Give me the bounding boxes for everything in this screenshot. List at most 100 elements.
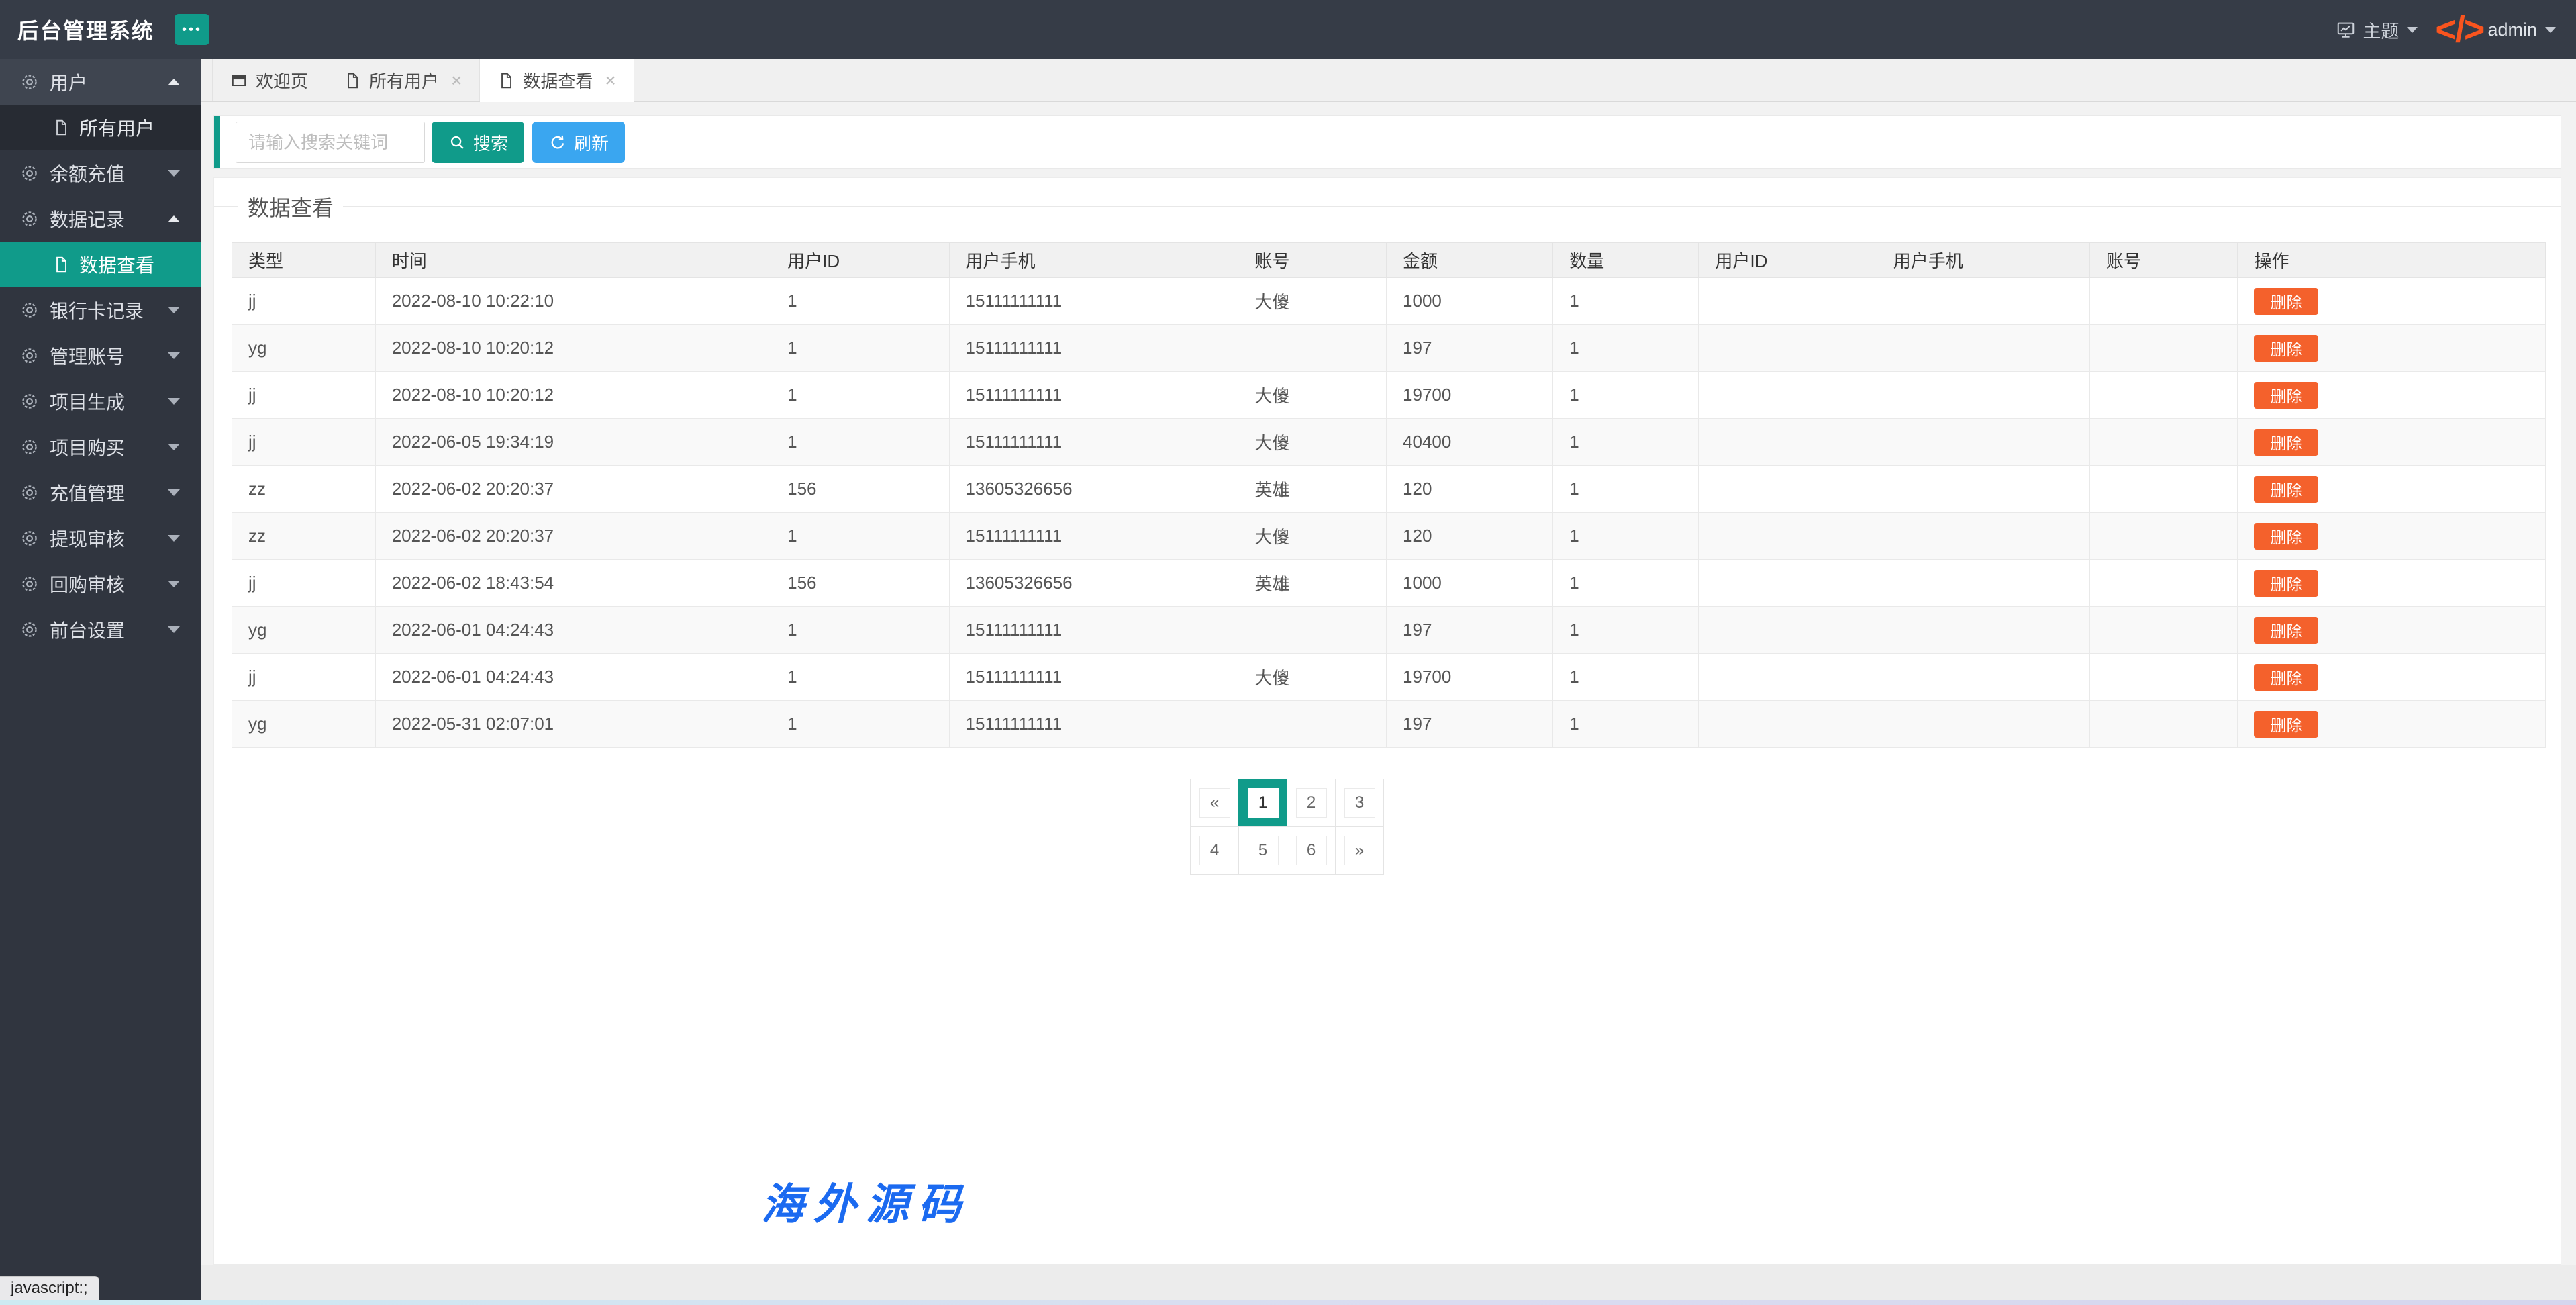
- footer-strip: [201, 1265, 2576, 1300]
- table-cell-actions: 删除: [2238, 560, 2546, 607]
- delete-button[interactable]: 删除: [2254, 476, 2318, 503]
- table-cell: yg: [232, 325, 376, 372]
- delete-button[interactable]: 删除: [2254, 335, 2318, 362]
- sidebar-subitem[interactable]: 数据查看: [0, 242, 201, 287]
- sidebar-item[interactable]: 余额充值: [0, 150, 201, 196]
- table-cell: [1699, 654, 1877, 701]
- table-cell: 2022-08-10 10:20:12: [375, 325, 771, 372]
- sidebar-subitem[interactable]: 所有用户: [0, 105, 201, 150]
- close-icon[interactable]: ×: [451, 71, 462, 90]
- admin-menu[interactable]: admin: [2487, 19, 2556, 40]
- theme-menu[interactable]: 主题: [2336, 17, 2418, 43]
- page-4[interactable]: 4: [1190, 826, 1239, 875]
- bottom-edge-bar: [0, 1300, 2576, 1305]
- page-1[interactable]: 1: [1238, 779, 1287, 827]
- sidebar-item[interactable]: 项目购买: [0, 424, 201, 470]
- delete-button[interactable]: 删除: [2254, 429, 2318, 456]
- sidebar-subitem-label: 所有用户: [79, 114, 154, 141]
- table-cell: [1877, 513, 2089, 560]
- page-label: 4: [1199, 836, 1230, 865]
- sidebar-toggle-button[interactable]: •••: [175, 14, 209, 45]
- page-prev[interactable]: «: [1190, 779, 1239, 827]
- table-cell: 1: [771, 513, 949, 560]
- table-cell: [1699, 466, 1877, 513]
- sidebar-item[interactable]: 充值管理: [0, 470, 201, 516]
- sidebar-item-label: 银行卡记录: [50, 297, 144, 324]
- page-next[interactable]: »: [1335, 826, 1384, 875]
- delete-button[interactable]: 删除: [2254, 711, 2318, 738]
- table-cell: 2022-06-02 20:20:37: [375, 466, 771, 513]
- delete-button[interactable]: 删除: [2254, 288, 2318, 315]
- table-cell: [2089, 701, 2238, 748]
- search-input[interactable]: [236, 122, 425, 163]
- tab-label: 所有用户: [369, 68, 439, 93]
- sidebar-item[interactable]: 管理账号: [0, 333, 201, 379]
- chevron-down-icon: [168, 444, 180, 450]
- refresh-icon: [548, 133, 567, 152]
- sidebar-item[interactable]: 提现审核: [0, 516, 201, 561]
- table-cell: jj: [232, 419, 376, 466]
- table-cell: 大傻: [1238, 419, 1387, 466]
- page-label: 6: [1296, 836, 1327, 865]
- sidebar-item[interactable]: 项目生成: [0, 379, 201, 424]
- table-cell: 大傻: [1238, 654, 1387, 701]
- tab-数据查看[interactable]: 数据查看×: [480, 59, 634, 102]
- table-row: jj2022-06-02 18:43:5415613605326656英雄100…: [232, 560, 2546, 607]
- refresh-button[interactable]: 刷新: [532, 122, 625, 163]
- column-header: 用户ID: [1699, 243, 1877, 278]
- table-cell: [1877, 419, 2089, 466]
- sidebar-item[interactable]: 回购审核: [0, 561, 201, 607]
- search-icon: [448, 133, 466, 152]
- column-header: 时间: [375, 243, 771, 278]
- page-6[interactable]: 6: [1287, 826, 1336, 875]
- table-cell: 156: [771, 560, 949, 607]
- table-row: yg2022-08-10 10:20:121151111111111971删除: [232, 325, 2546, 372]
- table-cell-actions: 删除: [2238, 654, 2546, 701]
- table-cell: jj: [232, 372, 376, 419]
- delete-button[interactable]: 删除: [2254, 523, 2318, 550]
- table-row: yg2022-05-31 02:07:011151111111111971删除: [232, 701, 2546, 748]
- delete-button[interactable]: 删除: [2254, 617, 2318, 644]
- table-cell: 197: [1387, 325, 1553, 372]
- delete-button[interactable]: 删除: [2254, 382, 2318, 409]
- sidebar-item[interactable]: 用户: [0, 59, 201, 105]
- table-cell: 1: [1553, 325, 1699, 372]
- table-cell: 15111111111: [949, 278, 1238, 325]
- header-right: 主题 </> admin: [2336, 9, 2576, 50]
- delete-button[interactable]: 删除: [2254, 570, 2318, 597]
- page-3[interactable]: 3: [1335, 779, 1384, 827]
- tab-所有用户[interactable]: 所有用户 ×: [326, 59, 480, 101]
- table-cell-actions: 删除: [2238, 419, 2546, 466]
- column-header: 数量: [1553, 243, 1699, 278]
- table-row: zz2022-06-02 20:20:37115111111111大傻1201删…: [232, 513, 2546, 560]
- table-row: yg2022-06-01 04:24:431151111111111971删除: [232, 607, 2546, 654]
- table-cell: 197: [1387, 701, 1553, 748]
- sidebar-item[interactable]: 数据记录: [0, 196, 201, 242]
- table-cell: 1: [1553, 372, 1699, 419]
- chevron-down-icon: [2407, 27, 2418, 33]
- search-button[interactable]: 搜索: [432, 122, 524, 163]
- table-cell: 15111111111: [949, 513, 1238, 560]
- sidebar-item[interactable]: 银行卡记录: [0, 287, 201, 333]
- table-cell: yg: [232, 701, 376, 748]
- page-2[interactable]: 2: [1287, 779, 1336, 827]
- legend-divider: [214, 206, 2561, 207]
- table-cell: [1699, 513, 1877, 560]
- gear-icon: [20, 392, 39, 411]
- delete-button[interactable]: 删除: [2254, 664, 2318, 691]
- gear-icon: [20, 483, 39, 502]
- table-cell: yg: [232, 607, 376, 654]
- main-area: 欢迎页所有用户×数据查看× 搜索 刷新 数据查看 类型时间用户ID用户手机账号金…: [201, 59, 2576, 1300]
- close-icon[interactable]: ×: [605, 71, 615, 90]
- theme-label: 主题: [2363, 17, 2399, 43]
- tab-bar: 欢迎页所有用户×数据查看×: [201, 59, 2576, 102]
- page-5[interactable]: 5: [1238, 826, 1287, 875]
- table-cell: 1: [1553, 607, 1699, 654]
- table-cell: [1877, 607, 2089, 654]
- table-cell: [2089, 607, 2238, 654]
- table-cell: jj: [232, 654, 376, 701]
- sidebar-item-label: 用户: [50, 68, 87, 95]
- table-cell: 1: [1553, 560, 1699, 607]
- sidebar-item[interactable]: 前台设置: [0, 607, 201, 652]
- tab-欢迎页[interactable]: 欢迎页: [212, 59, 326, 101]
